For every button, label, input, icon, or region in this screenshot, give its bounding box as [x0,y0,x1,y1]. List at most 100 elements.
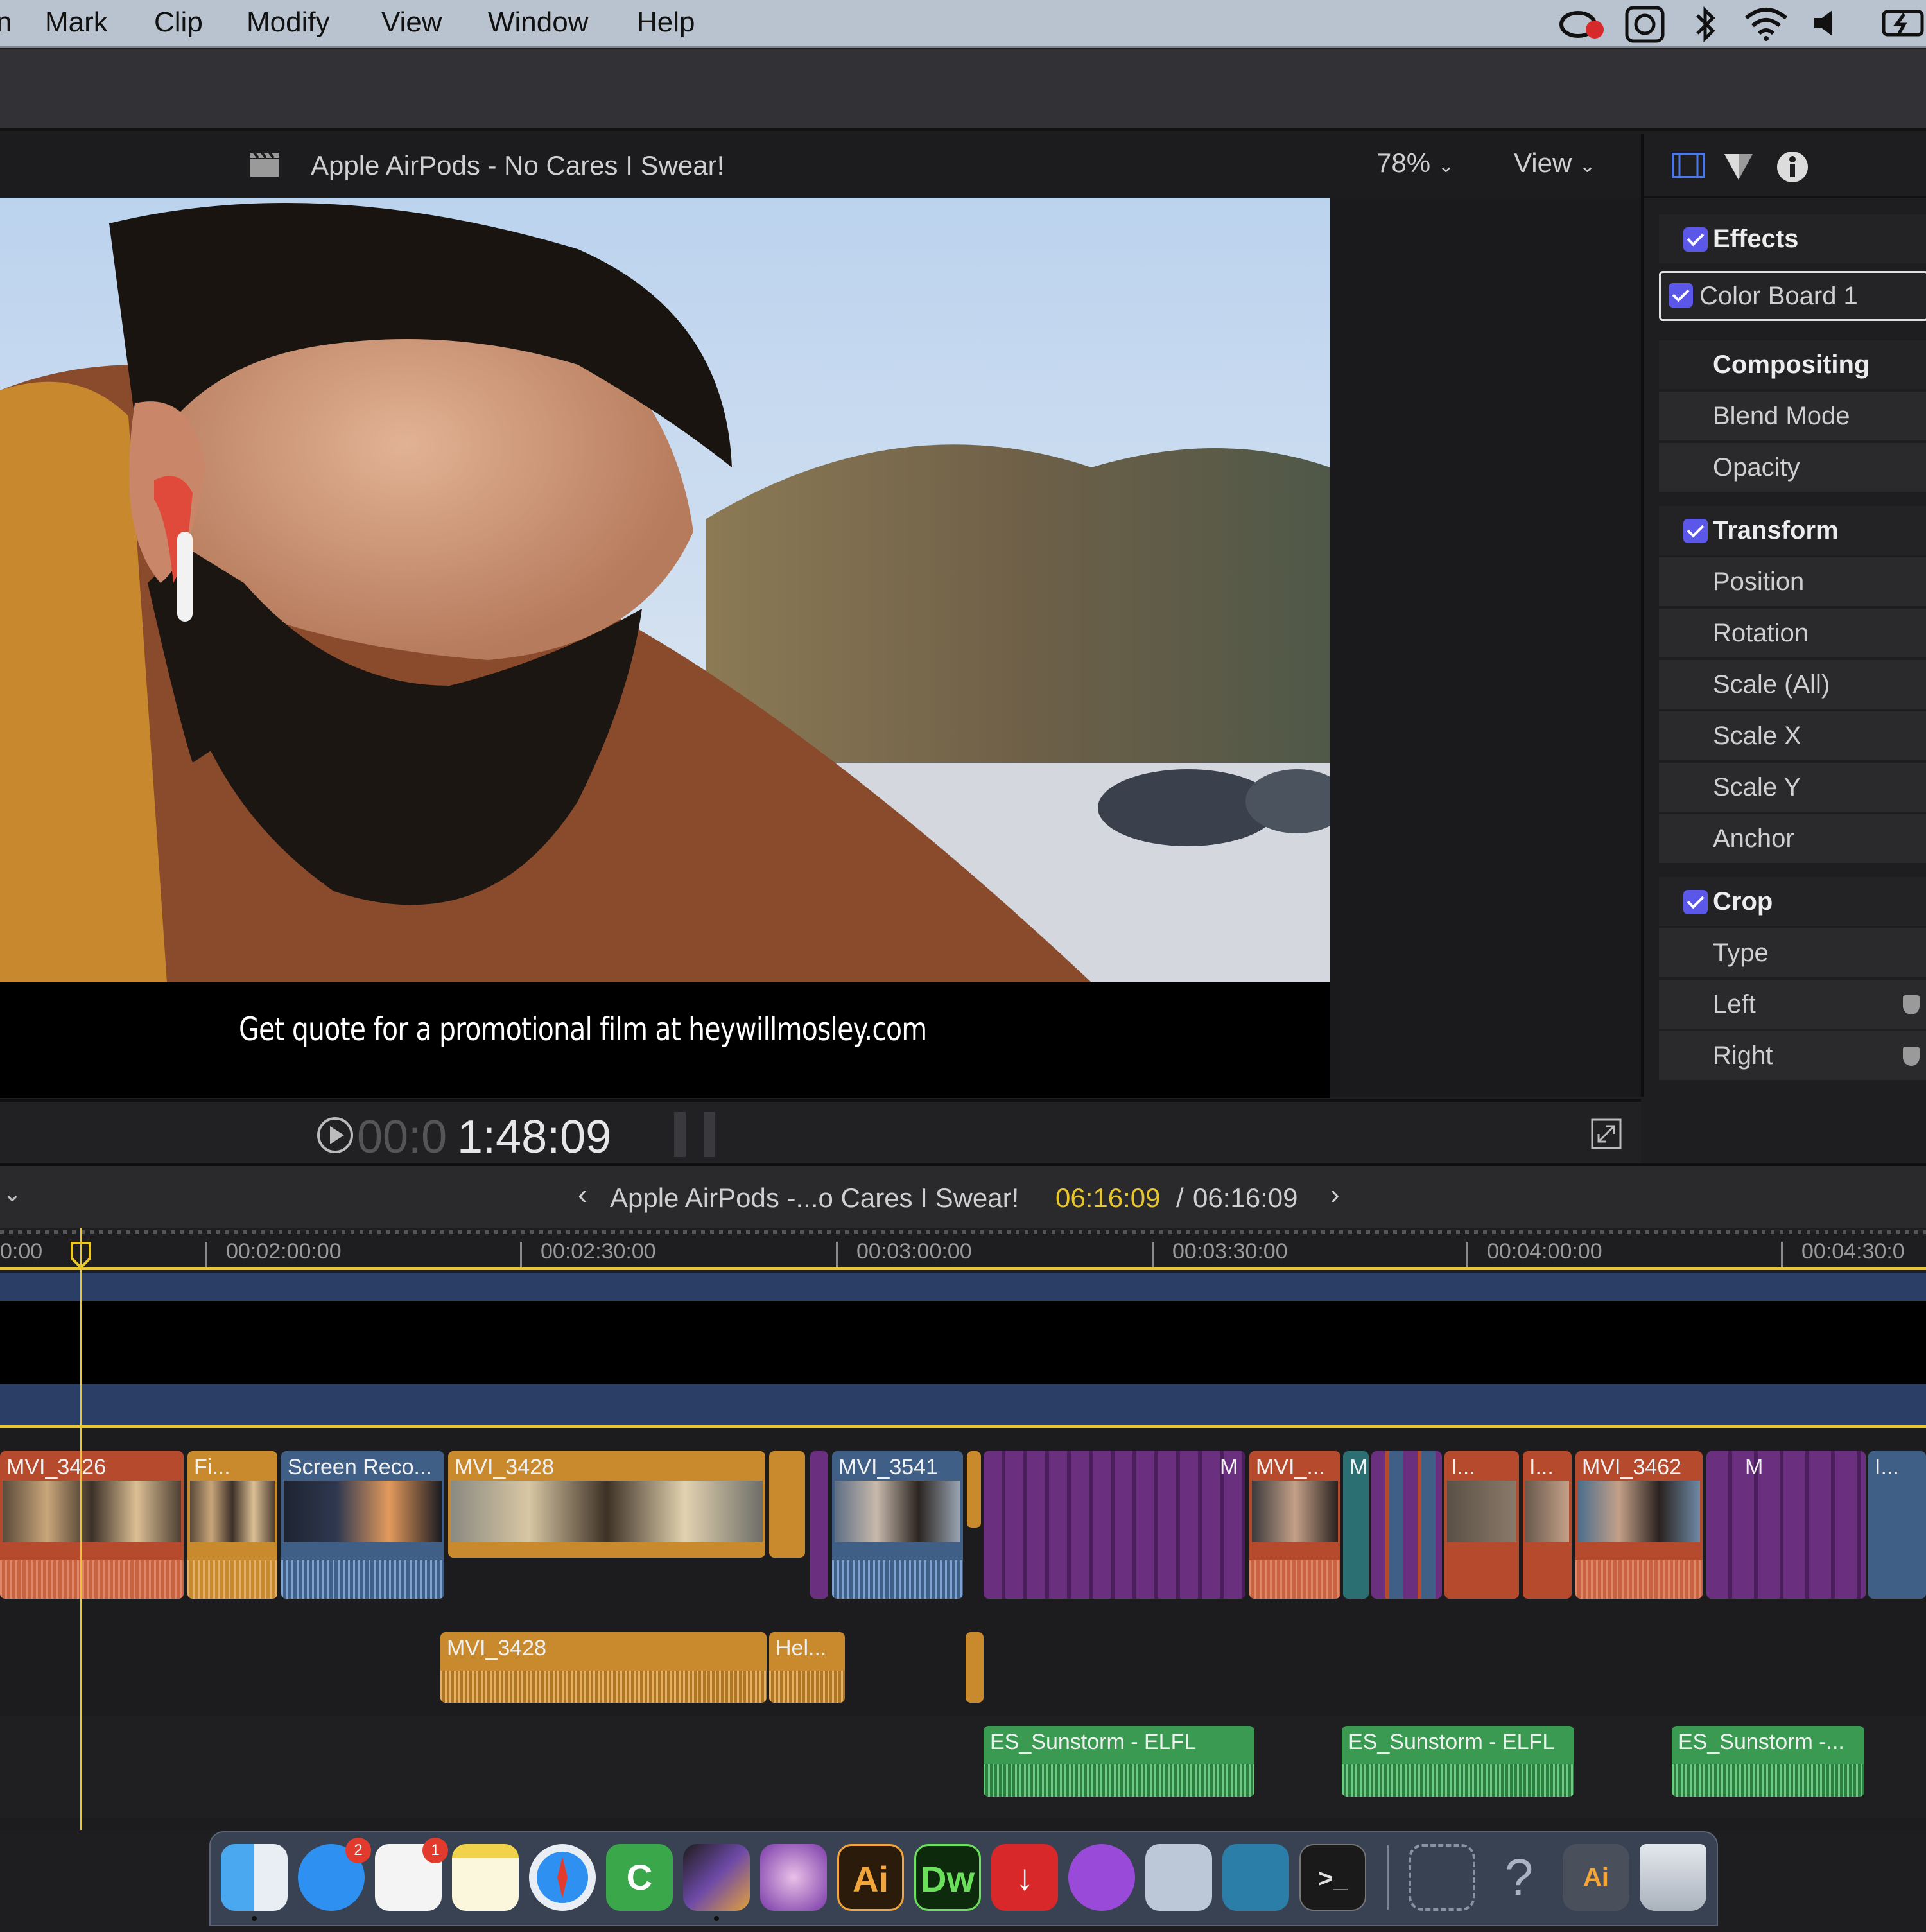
playhead[interactable] [80,1228,82,1830]
clip-i-1[interactable]: I... [1444,1451,1519,1599]
dreamweaver-icon[interactable]: Dw [914,1844,981,1911]
anchor-row[interactable]: Anchor [1659,814,1926,863]
clip-blue-end[interactable]: I... [1868,1451,1926,1599]
view-menu[interactable]: View ⌄ [1514,148,1595,178]
opacity-row[interactable]: Opacity [1659,443,1926,492]
compositing-section[interactable]: Compositing [1659,340,1926,389]
keyframe-icon[interactable] [1903,1047,1920,1066]
terminal-icon[interactable]: >_ [1299,1844,1366,1911]
effects-section[interactable]: Effects [1659,214,1926,263]
illustrator-icon[interactable]: Ai [837,1844,904,1911]
window-app-icon[interactable] [1409,1844,1475,1911]
clip-waveform [832,1560,963,1599]
video-inspector-icon[interactable] [1672,152,1705,183]
video-frame[interactable] [0,198,1330,982]
effects-checkbox[interactable] [1683,227,1708,252]
fullscreen-icon[interactable] [1591,1118,1622,1153]
volume-icon[interactable] [1810,5,1843,49]
total-time: 06:16:09 [1193,1183,1298,1213]
final-cut-pro-icon[interactable] [683,1844,750,1921]
clip-teal[interactable]: M [1343,1451,1369,1599]
music-clip-3[interactable]: ES_Sunstorm -... [1672,1726,1864,1797]
downloader-icon[interactable]: ↓ [991,1844,1058,1911]
safari-icon[interactable] [529,1844,596,1911]
color-board-row[interactable]: Color Board 1 [1659,271,1926,321]
clip-mvi-3428[interactable]: MVI_3428 [448,1451,765,1558]
menu-view[interactable]: View [381,6,442,39]
zoom-menu[interactable]: 78% ⌄ [1376,148,1454,178]
playhead-handle[interactable] [69,1242,92,1273]
clip-mvi-partial[interactable]: MVI_... [1249,1451,1340,1599]
menu-modify[interactable]: Modify [247,6,330,39]
screenshot-icon[interactable] [1145,1844,1212,1911]
clip-small-orange[interactable] [967,1451,981,1528]
music-clip-2[interactable]: ES_Sunstorm - ELFL [1342,1726,1574,1797]
color-board-checkbox[interactable] [1669,283,1693,308]
bluetooth-icon[interactable] [1692,5,1718,51]
scale-y-row[interactable]: Scale Y [1659,763,1926,812]
wifi-icon[interactable] [1744,5,1789,49]
clip-small-orange[interactable] [769,1451,805,1558]
audio-clip-hel[interactable]: Hel... [769,1632,845,1703]
transform-section[interactable]: Transform [1659,506,1926,555]
menu-window[interactable]: Window [488,6,589,39]
menu-partial-item[interactable]: n [0,6,12,39]
clip-fi[interactable]: Fi... [187,1451,277,1599]
rotation-row[interactable]: Rotation [1659,609,1926,657]
help-icon[interactable]: ? [1486,1844,1552,1911]
clip-purple-group-2[interactable]: M [1706,1451,1866,1599]
blend-mode-row[interactable]: Blend Mode [1659,392,1926,440]
crop-section[interactable]: Crop [1659,877,1926,926]
color-inspector-icon[interactable] [1723,153,1754,184]
trash-icon[interactable] [1640,1844,1706,1911]
transform-checkbox[interactable] [1683,519,1708,543]
clip-screen-recording[interactable]: Screen Reco... [281,1451,444,1599]
crop-checkbox[interactable] [1683,890,1708,914]
audio-clip-small[interactable] [966,1632,984,1703]
notification-badge: 1 [422,1838,448,1863]
creative-cloud-icon[interactable] [1559,5,1605,49]
inspector-panel: Effects Color Board 1 Compositing Blend … [1641,134,1926,1097]
illustrator-doc-icon[interactable]: Ai [1563,1844,1629,1911]
shield-app-icon[interactable] [1222,1844,1289,1911]
audio-clip-mvi-3428[interactable]: MVI_3428 [440,1632,767,1703]
crop-left-row[interactable]: Left [1659,980,1926,1029]
clip-mixed-group[interactable] [1371,1451,1442,1599]
menu-help[interactable]: Help [637,6,695,39]
position-row[interactable]: Position [1659,557,1926,606]
timecode-value[interactable]: 1:48:09 [457,1111,611,1163]
messages-icon[interactable]: 2 [298,1838,371,1911]
play-icon[interactable] [316,1116,354,1158]
menu-clip[interactable]: Clip [154,6,203,39]
timeline-ruler[interactable]: 0:00 00:02:00:00 00:02:30:00 00:03:00:00… [0,1228,1926,1273]
clip-label: Hel... [776,1636,827,1660]
clip-i-2[interactable]: I... [1523,1451,1572,1599]
forward-nav-icon[interactable]: › [1330,1179,1340,1211]
crop-type-row[interactable]: Type [1659,928,1926,977]
music-clip-1[interactable]: ES_Sunstorm - ELFL [984,1726,1254,1797]
info-icon[interactable] [1776,150,1809,187]
back-nav-icon[interactable]: ‹ [578,1179,587,1211]
clip-mvi-3426[interactable]: MVI_3426 [0,1451,184,1599]
clip-purple-sliver[interactable] [810,1451,828,1599]
clip-mvi-3541[interactable]: MVI_3541 [832,1451,963,1599]
menu-mark[interactable]: Mark [45,6,108,39]
motion-icon[interactable] [760,1844,827,1911]
clip-mvi-3462[interactable]: MVI_3462 [1575,1451,1703,1599]
podcasts-icon[interactable] [1068,1844,1135,1911]
notes-icon[interactable] [452,1844,519,1911]
chevron-down-icon[interactable]: ⌄ [3,1180,22,1207]
reminders-icon[interactable]: 1 [375,1838,448,1911]
scale-x-row[interactable]: Scale X [1659,711,1926,760]
keyframe-icon[interactable] [1903,995,1920,1014]
timeline[interactable]: MVI_3426 Fi... Screen Reco... MVI_3428 M… [0,1228,1926,1830]
battery-icon[interactable] [1881,5,1926,49]
screen-record-icon[interactable] [1624,5,1665,51]
finder-icon[interactable] [221,1844,288,1921]
clip-waveform [1342,1764,1574,1797]
clip-purple-group[interactable]: M [984,1451,1245,1599]
crop-right-row[interactable]: Right [1659,1031,1926,1080]
clip-thumbnails [451,1481,763,1542]
scale-all-row[interactable]: Scale (All) [1659,660,1926,709]
camtasia-icon[interactable]: C [606,1844,673,1911]
